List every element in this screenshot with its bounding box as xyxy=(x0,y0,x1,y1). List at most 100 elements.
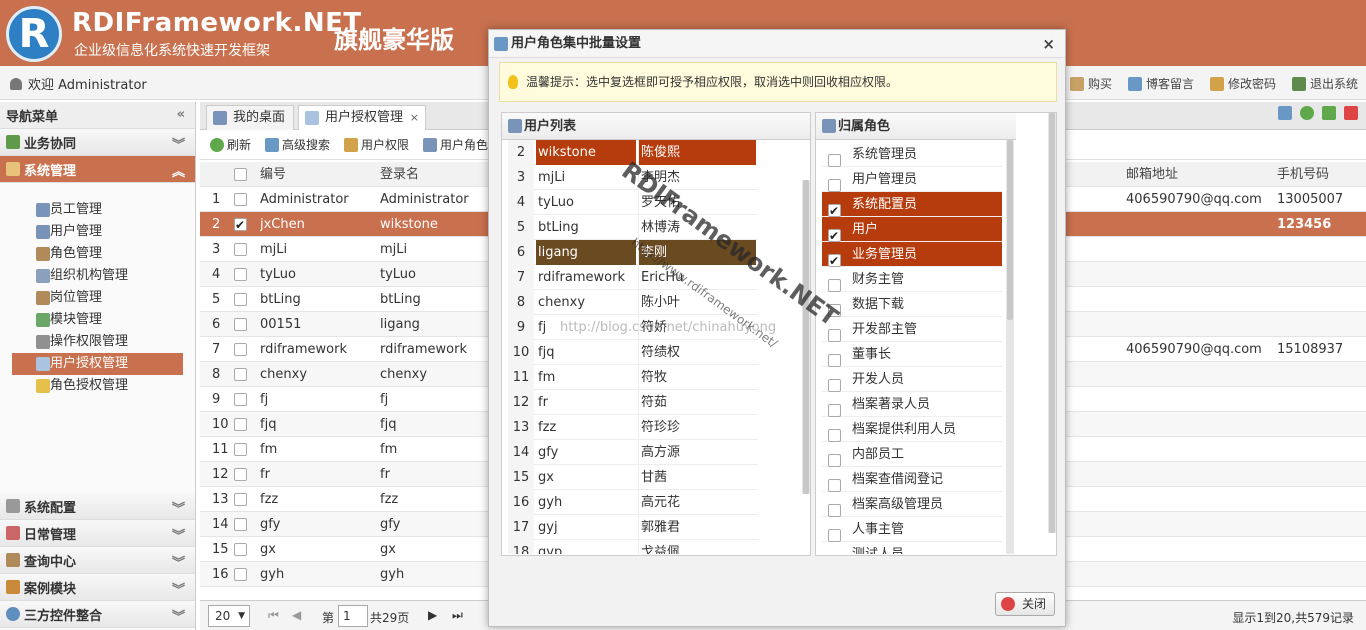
close-icon[interactable]: × xyxy=(1042,30,1055,58)
user-list-scrollbar[interactable] xyxy=(802,180,810,494)
role-item[interactable]: 人事主管 xyxy=(822,517,1002,542)
role-item[interactable]: 档案高级管理员 xyxy=(822,492,1002,517)
sidebar-item-staff[interactable]: 员工管理 xyxy=(12,199,183,221)
sidebar-item-users[interactable]: 用户管理 xyxy=(12,221,183,243)
sidebar-section-business[interactable]: 业务协同 ︾ xyxy=(0,129,195,156)
user-list-item[interactable]: 18 gyp 戈益佩 xyxy=(508,540,758,554)
row-checkbox[interactable] xyxy=(234,512,247,537)
role-item[interactable]: 用户管理员 xyxy=(822,167,1002,192)
user-list-item[interactable]: 4 tyLuo 罗天佑 xyxy=(508,190,758,215)
user-row-number: 11 xyxy=(508,365,534,390)
role-item[interactable]: 用户 xyxy=(822,217,1002,249)
logout-link[interactable]: 退出系统 xyxy=(1291,75,1358,92)
role-list-scrollbar[interactable] xyxy=(1006,140,1014,554)
window-icon[interactable] xyxy=(1278,106,1292,120)
role-item[interactable]: 系统管理员 xyxy=(822,142,1002,167)
col-login[interactable]: 登录名 xyxy=(380,162,419,187)
dialog-scrollbar[interactable] xyxy=(1048,113,1056,533)
sidebar-item-permissions[interactable]: 操作权限管理 xyxy=(12,331,183,353)
user-list-item[interactable]: 7 rdiframework EricHu xyxy=(508,265,758,290)
role-item[interactable]: 内部员工 xyxy=(822,442,1002,467)
page-size-select[interactable]: 20 ▼ xyxy=(208,605,250,627)
user-list-item[interactable]: 10 fjq 符绩权 xyxy=(508,340,758,365)
role-item[interactable]: 董事长 xyxy=(822,342,1002,367)
role-item[interactable]: 开发人员 xyxy=(822,367,1002,392)
user-list-item[interactable]: 5 btLing 林博涛 xyxy=(508,215,758,240)
role-item[interactable]: 财务主管 xyxy=(822,267,1002,292)
user-list-item[interactable]: 12 fr 符茹 xyxy=(508,390,758,415)
cell-no: chenxy xyxy=(260,367,308,382)
sidebar-item-role-authorization[interactable]: 角色授权管理 xyxy=(12,375,183,397)
col-phone[interactable]: 手机号码 xyxy=(1277,162,1329,187)
row-checkbox[interactable] xyxy=(234,412,247,437)
sidebar-section-query[interactable]: 查询中心 ︾ xyxy=(0,547,195,574)
row-checkbox[interactable] xyxy=(234,187,247,212)
row-checkbox[interactable] xyxy=(234,337,247,362)
cell-login: mjLi xyxy=(380,242,408,257)
sidebar-item-modules[interactable]: 模块管理 xyxy=(12,309,183,331)
role-item[interactable]: 档案提供利用人员 xyxy=(822,417,1002,442)
role-item[interactable]: 数据下载 xyxy=(822,292,1002,317)
user-list-item[interactable]: 13 fzz 符珍珍 xyxy=(508,415,758,440)
row-checkbox[interactable] xyxy=(234,362,247,387)
collapse-icon[interactable]: « xyxy=(177,107,185,122)
sidebar-item-roles[interactable]: 角色管理 xyxy=(12,243,183,265)
row-checkbox[interactable] xyxy=(234,537,247,562)
last-page-icon[interactable]: ⏭ xyxy=(452,608,463,623)
row-checkbox[interactable] xyxy=(234,437,247,462)
tab-close-icon[interactable]: × xyxy=(410,106,419,130)
next-page-icon[interactable]: ▶ xyxy=(428,608,437,622)
user-login: tyLuo xyxy=(538,195,574,210)
sidebar-item-positions[interactable]: 岗位管理 xyxy=(12,287,183,309)
refresh-button[interactable]: 刷新 xyxy=(210,136,251,153)
role-item[interactable]: 系统配置员 xyxy=(822,192,1002,224)
sidebar-item-user-authorization[interactable]: 用户授权管理 xyxy=(12,353,183,375)
user-list-item[interactable]: 17 gyj 郭雅君 xyxy=(508,515,758,540)
tab-desktop[interactable]: 我的桌面 xyxy=(206,105,295,130)
user-list-item[interactable]: 2 wikstone 陈俊熙 xyxy=(508,140,758,165)
role-checkbox[interactable] xyxy=(828,548,841,554)
role-item[interactable]: 业务管理员 xyxy=(822,242,1002,274)
row-checkbox[interactable] xyxy=(234,487,247,512)
fullscreen-icon[interactable] xyxy=(1322,106,1336,120)
role-item[interactable]: 开发部主管 xyxy=(822,317,1002,342)
sidebar-section-config[interactable]: 系统配置 ︾ xyxy=(0,493,195,520)
user-list-item[interactable]: 11 fm 符牧 xyxy=(508,365,758,390)
select-all-checkbox[interactable] xyxy=(234,162,247,187)
tab-user-authorization[interactable]: 用户授权管理 × xyxy=(298,105,427,130)
sidebar-section-cases[interactable]: 案例模块 ︾ xyxy=(0,574,195,601)
role-item[interactable]: 档案著录人员 xyxy=(822,392,1002,417)
user-list-item[interactable]: 15 gx 甘茜 xyxy=(508,465,758,490)
row-checkbox[interactable] xyxy=(234,212,247,237)
row-checkbox[interactable] xyxy=(234,312,247,337)
user-list-item[interactable]: 14 gfy 高方源 xyxy=(508,440,758,465)
user-permission-button[interactable]: 用户权限 xyxy=(344,136,409,153)
row-checkbox[interactable] xyxy=(234,237,247,262)
user-list-item[interactable]: 3 mjLi 李明杰 xyxy=(508,165,758,190)
sidebar-section-system[interactable]: 系统管理 ︽ xyxy=(0,156,195,183)
advanced-search-button[interactable]: 高级搜索 xyxy=(265,136,330,153)
buy-link[interactable]: 购买 xyxy=(1069,75,1112,92)
col-email[interactable]: 邮箱地址 xyxy=(1126,162,1178,187)
role-item[interactable]: 测试人员 xyxy=(822,542,1002,554)
row-checkbox[interactable] xyxy=(234,562,247,587)
user-role-button[interactable]: 用户角色 xyxy=(423,136,488,153)
blog-link[interactable]: 博客留言 xyxy=(1127,75,1194,92)
sidebar-section-thirdparty[interactable]: 三方控件整合 ︾ xyxy=(0,601,195,628)
row-checkbox[interactable] xyxy=(234,287,247,312)
row-checkbox[interactable] xyxy=(234,387,247,412)
close-all-icon[interactable] xyxy=(1344,106,1358,120)
close-button[interactable]: 关闭 xyxy=(994,592,1055,616)
row-checkbox[interactable] xyxy=(234,262,247,287)
page-input[interactable]: 1 xyxy=(338,605,368,627)
role-item[interactable]: 档案查借阅登记 xyxy=(822,467,1002,492)
col-no[interactable]: 编号 xyxy=(260,162,286,187)
first-page-icon[interactable]: ⏮ xyxy=(268,608,279,623)
user-list-item[interactable]: 16 gyh 高元花 xyxy=(508,490,758,515)
refresh-icon[interactable] xyxy=(1300,106,1314,120)
change-password-link[interactable]: 修改密码 xyxy=(1209,75,1276,92)
sidebar-item-organization[interactable]: 组织机构管理 xyxy=(12,265,183,287)
sidebar-section-daily[interactable]: 日常管理 ︾ xyxy=(0,520,195,547)
row-checkbox[interactable] xyxy=(234,462,247,487)
prev-page-icon[interactable]: ◀ xyxy=(292,608,301,622)
